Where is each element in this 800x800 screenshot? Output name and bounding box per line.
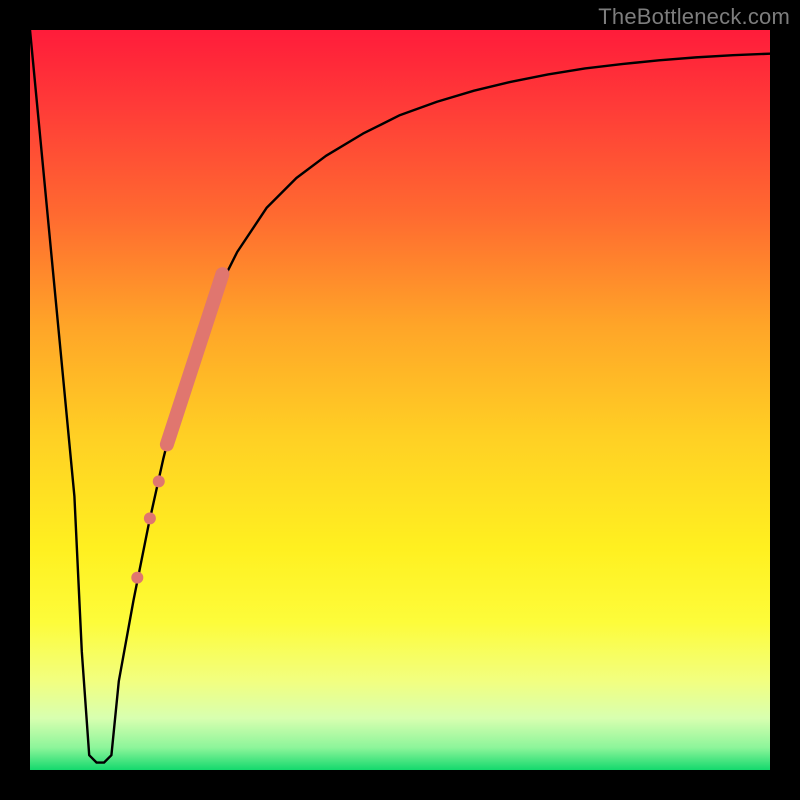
chart-svg [30,30,770,770]
highlight-dot-2 [144,512,156,524]
watermark-text: TheBottleneck.com [598,4,790,30]
highlight-dot-3 [153,475,165,487]
bottleneck-curve [30,30,770,763]
highlight-dot-1 [131,572,143,584]
plot-area [30,30,770,770]
chart-frame: TheBottleneck.com [0,0,800,800]
highlight-bar [167,274,223,444]
